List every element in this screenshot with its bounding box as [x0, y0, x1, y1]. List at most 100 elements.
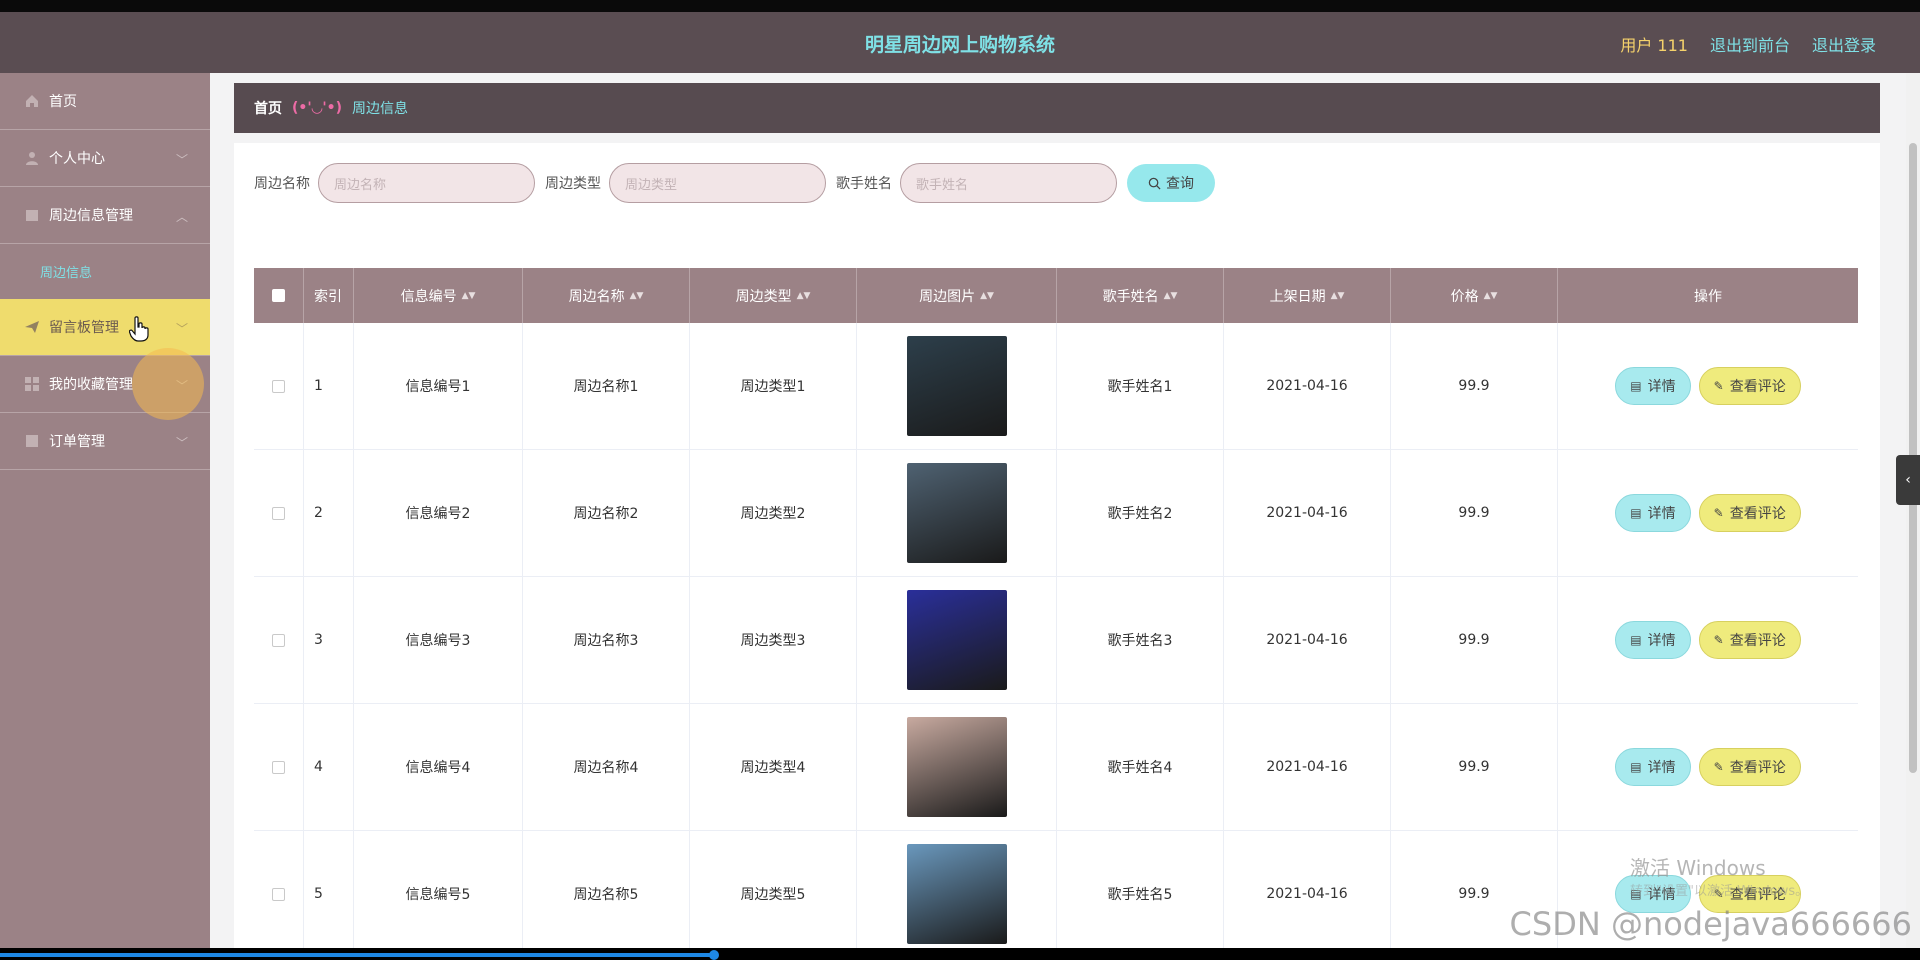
logout-link[interactable]: 退出登录: [1812, 32, 1876, 56]
sort-icon: ▲▼: [1483, 290, 1498, 301]
goods-image[interactable]: [906, 590, 1007, 690]
view-comments-button[interactable]: ✎ 查看评论: [1698, 748, 1801, 786]
view-comments-button[interactable]: ✎ 查看评论: [1698, 494, 1801, 532]
row-checkbox[interactable]: [272, 379, 285, 393]
progress-handle[interactable]: [709, 950, 719, 960]
box-icon: [26, 210, 38, 221]
row-code: 信息编号1: [354, 323, 523, 449]
video-progress-bar[interactable]: [0, 948, 1920, 960]
order-icon: [26, 435, 38, 447]
back-to-front-link[interactable]: 退出到前台: [1710, 32, 1790, 56]
search-button-label: 查询: [1166, 176, 1194, 192]
detail-label: 详情: [1647, 760, 1676, 776]
detail-button[interactable]: ▤ 详情: [1615, 748, 1691, 786]
edit-icon: ✎: [1713, 506, 1724, 520]
row-date: 2021-04-16: [1224, 831, 1391, 957]
col-type[interactable]: 周边类型 ▲▼: [690, 268, 857, 323]
goods-image[interactable]: [906, 463, 1007, 563]
type-input[interactable]: 周边类型: [609, 163, 826, 203]
row-name: 周边名称2: [523, 450, 690, 576]
view-comments-button[interactable]: ✎ 查看评论: [1698, 367, 1801, 405]
name-input[interactable]: 周边名称: [318, 163, 535, 203]
col-image[interactable]: 周边图片 ▲▼: [857, 268, 1057, 323]
row-code: 信息编号4: [354, 704, 523, 830]
view-comments-label: 查看评论: [1729, 379, 1786, 395]
goods-image[interactable]: [906, 844, 1007, 944]
sidebar-item-label: 留言板管理: [49, 320, 119, 336]
sidebar-item-label: 个人中心: [49, 151, 105, 167]
search-button[interactable]: 查询: [1127, 164, 1215, 202]
row-date: 2021-04-16: [1224, 323, 1391, 449]
col-price-label: 价格: [1450, 288, 1479, 305]
row-image-cell: [857, 831, 1057, 957]
col-singer[interactable]: 歌手姓名 ▲▼: [1057, 268, 1224, 323]
collapse-panel-tab[interactable]: ‹: [1896, 455, 1920, 505]
page-scrollbar[interactable]: [1906, 73, 1920, 960]
col-code-label: 信息编号: [400, 288, 457, 305]
chevron-down-icon: ﹀: [175, 436, 188, 450]
col-code[interactable]: 信息编号 ▲▼: [354, 268, 523, 323]
row-type: 周边类型3: [690, 577, 857, 703]
app-frame: 明星周边网上购物系统 用户 111 退出到前台 退出登录 首页 个人中心 ﹀ 周…: [0, 0, 1920, 960]
view-comments-label: 查看评论: [1729, 633, 1786, 649]
col-image-label: 周边图片: [919, 288, 976, 305]
row-actions: ▤ 详情 ✎ 查看评论: [1558, 577, 1858, 703]
document-icon: ▤: [1630, 760, 1642, 774]
view-comments-button[interactable]: ✎ 查看评论: [1698, 621, 1801, 659]
col-price[interactable]: 价格 ▲▼: [1391, 268, 1558, 323]
main-content: 周边名称 周边名称 周边类型 周边类型 歌手姓名 歌手姓名 查询 索引 信息编号…: [234, 143, 1880, 960]
col-name[interactable]: 周边名称 ▲▼: [523, 268, 690, 323]
row-singer: 歌手姓名3: [1057, 577, 1224, 703]
sort-icon: ▲▼: [1330, 290, 1345, 301]
table-row: 3 信息编号3 周边名称3 周边类型3 歌手姓名3 2021-04-16 99.9 ▤ 详情 ✎ 查…: [254, 577, 1858, 704]
row-price: 99.9: [1391, 323, 1558, 449]
singer-input[interactable]: 歌手姓名: [900, 163, 1117, 203]
detail-button[interactable]: ▤ 详情: [1615, 494, 1691, 532]
row-index: 4: [304, 704, 354, 830]
col-date-label: 上架日期: [1269, 288, 1326, 305]
sidebar-item-orders[interactable]: 订单管理 ﹀: [0, 413, 210, 470]
row-actions: ▤ 详情 ✎ 查看评论: [1558, 450, 1858, 576]
document-icon: ▤: [1630, 633, 1642, 647]
row-image-cell: [857, 704, 1057, 830]
row-code: 信息编号3: [354, 577, 523, 703]
row-actions: ▤ 详情 ✎ 查看评论: [1558, 323, 1858, 449]
row-checkbox[interactable]: [272, 887, 285, 901]
detail-button[interactable]: ▤ 详情: [1615, 621, 1691, 659]
row-checkbox[interactable]: [272, 506, 285, 520]
goods-image[interactable]: [906, 336, 1007, 436]
header-actions: 用户 111 退出到前台 退出登录: [1620, 32, 1876, 56]
table-row: 4 信息编号4 周边名称4 周边类型4 歌手姓名4 2021-04-16 99.9 ▤ 详情 ✎ 查…: [254, 704, 1858, 831]
document-icon: ▤: [1630, 506, 1642, 520]
col-singer-label: 歌手姓名: [1102, 288, 1159, 305]
sidebar-subitem-goods[interactable]: 周边信息: [0, 244, 210, 299]
table-body: 1 信息编号1 周边名称1 周边类型1 歌手姓名1 2021-04-16 99.9 ▤ 详情 ✎ 查…: [254, 323, 1858, 958]
send-icon: [25, 321, 39, 333]
activate-windows-title: 激活 Windows: [1630, 856, 1766, 880]
goods-image[interactable]: [906, 717, 1007, 817]
progress-fill: [0, 953, 715, 957]
detail-label: 详情: [1647, 379, 1676, 395]
table-header: 索引 信息编号 ▲▼ 周边名称 ▲▼ 周边类型 ▲▼ 周边图片 ▲▼ 歌手姓名 ▲▼ 上架…: [254, 268, 1858, 323]
row-date: 2021-04-16: [1224, 577, 1391, 703]
breadcrumb-home[interactable]: 首页: [254, 98, 282, 118]
row-index: 2: [304, 450, 354, 576]
sidebar-item-goods-info[interactable]: 周边信息管理 ︿: [0, 187, 210, 244]
sidebar-item-messages[interactable]: 留言板管理 ﹀: [0, 299, 210, 356]
view-comments-label: 查看评论: [1729, 760, 1786, 776]
table-row: 1 信息编号1 周边名称1 周边类型1 歌手姓名1 2021-04-16 99.9 ▤ 详情 ✎ 查…: [254, 323, 1858, 450]
hand-cursor-icon: [129, 316, 149, 342]
select-all-checkbox[interactable]: [272, 289, 285, 302]
row-singer: 歌手姓名1: [1057, 323, 1224, 449]
detail-label: 详情: [1647, 506, 1676, 522]
detail-button[interactable]: ▤ 详情: [1615, 367, 1691, 405]
sidebar-item-personal[interactable]: 个人中心 ﹀: [0, 130, 210, 187]
breadcrumb-current: 周边信息: [352, 101, 409, 117]
row-actions: ▤ 详情 ✎ 查看评论: [1558, 704, 1858, 830]
sidebar-item-home[interactable]: 首页: [0, 73, 210, 130]
sort-icon: ▲▼: [461, 290, 476, 301]
row-name: 周边名称3: [523, 577, 690, 703]
row-checkbox[interactable]: [272, 633, 285, 647]
col-date[interactable]: 上架日期 ▲▼: [1224, 268, 1391, 323]
row-checkbox[interactable]: [272, 760, 285, 774]
